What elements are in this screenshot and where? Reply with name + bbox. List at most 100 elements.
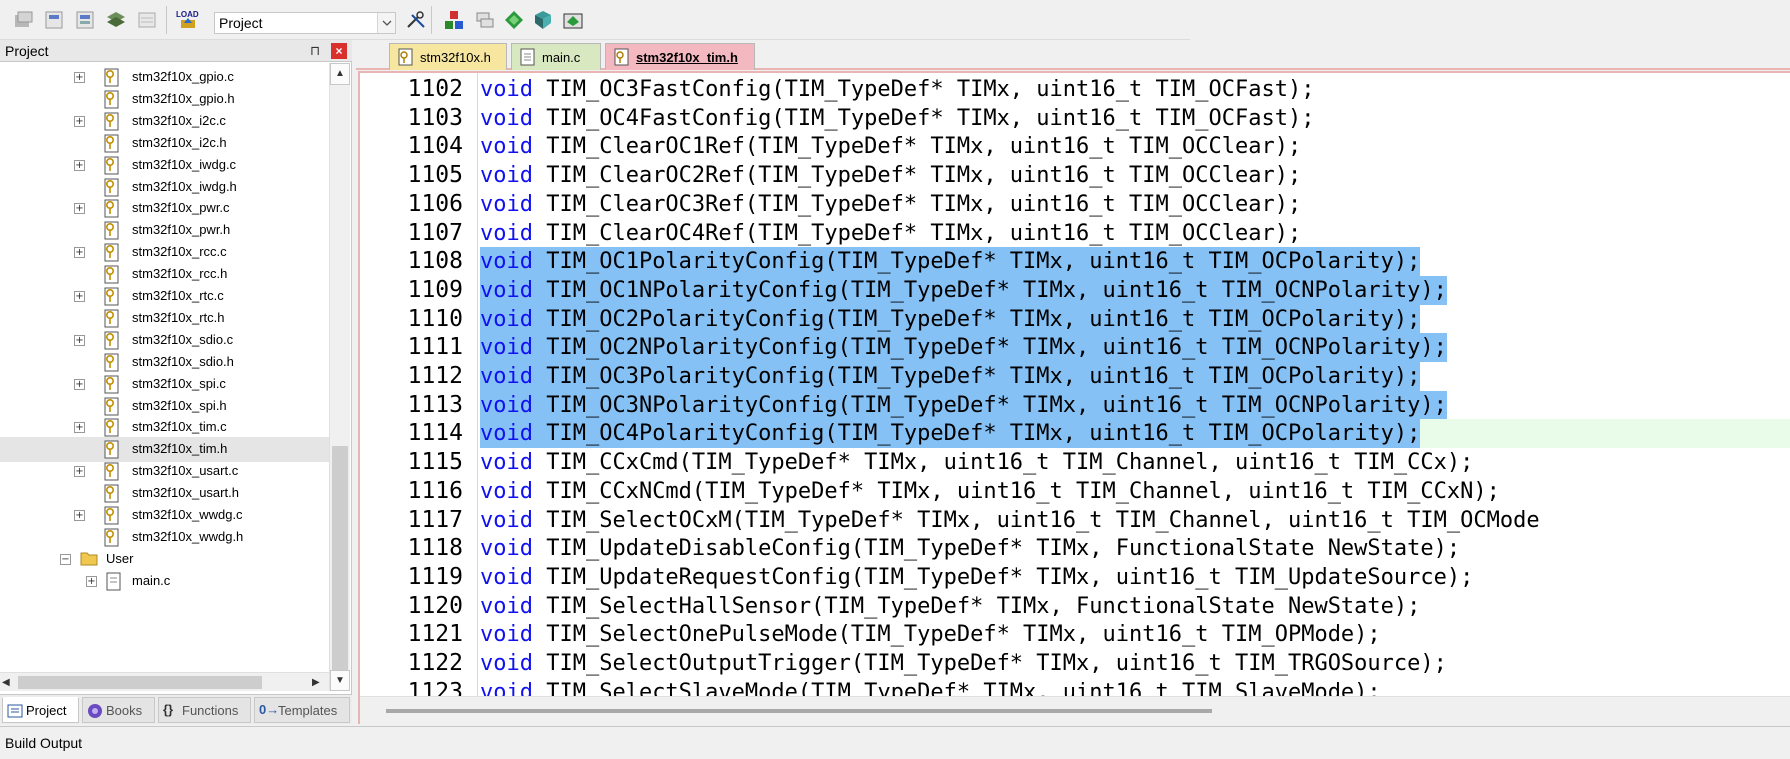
code-line[interactable]: void TIM_CCxNCmd(TIM_TypeDef* TIMx, uint… <box>480 477 1500 506</box>
code-text: TIM_OC4FastConfig(TIM_TypeDef* TIMx, uin… <box>532 105 1315 131</box>
line-number: 1115 <box>407 449 463 476</box>
target-options-icon[interactable] <box>404 9 426 31</box>
code-line[interactable]: void TIM_OC2PolarityConfig(TIM_TypeDef* … <box>480 304 1421 334</box>
code-horizontal-scrollbar[interactable] <box>360 696 1790 724</box>
expand-icon[interactable]: + <box>74 291 85 302</box>
expand-icon[interactable]: + <box>74 466 85 478</box>
expand-icon[interactable]: + <box>74 378 85 390</box>
code-line[interactable]: void TIM_UpdateRequestConfig(TIM_TypeDef… <box>480 563 1473 592</box>
scrollbar-thumb[interactable] <box>18 676 262 689</box>
tree-item-label: stm32f10x_sdio.c <box>132 331 234 347</box>
scrollbar-thumb[interactable] <box>332 446 348 672</box>
code-line[interactable]: void TIM_ClearOC2Ref(TIM_TypeDef* TIMx, … <box>480 161 1301 190</box>
build-output-title: Build Output <box>5 735 83 751</box>
scroll-right-icon[interactable]: ▶ <box>312 675 326 690</box>
code-line[interactable]: void TIM_ClearOC1Ref(TIM_TypeDef* TIMx, … <box>480 132 1301 161</box>
code-text-area[interactable]: void TIM_OC3FastConfig(TIM_TypeDef* TIMx… <box>480 73 1790 696</box>
tab-stm32f10x-tim-h[interactable]: stm32f10x_tim.h <box>605 43 755 70</box>
target-select[interactable]: Project <box>214 12 396 34</box>
toolbar-separator <box>166 6 167 34</box>
collapse-icon[interactable]: − <box>60 553 71 565</box>
templates-icon: 0→ <box>259 702 280 717</box>
project-panel-tabs: Project Books {} Functions 0→ Templates <box>0 694 352 724</box>
expand-icon[interactable]: + <box>74 510 85 521</box>
code-line[interactable]: void TIM_SelectHallSensor(TIM_TypeDef* T… <box>480 592 1420 621</box>
line-number: 1107 <box>407 219 463 246</box>
code-line[interactable]: void TIM_OC1NPolarityConfig(TIM_TypeDef*… <box>480 275 1447 305</box>
code-line[interactable]: void TIM_OC2NPolarityConfig(TIM_TypeDef*… <box>480 333 1447 363</box>
scroll-down-icon[interactable]: ▼ <box>330 670 350 691</box>
target-select-value: Project <box>219 15 263 31</box>
line-number: 1105 <box>407 162 463 189</box>
tab-stm32f10x-h[interactable]: stm32f10x.h <box>389 43 507 70</box>
stop-build-icon[interactable] <box>136 9 158 31</box>
code-text: TIM_UpdateDisableConfig(TIM_TypeDef* TIM… <box>532 536 1461 562</box>
tab-functions[interactable]: {} Functions <box>158 697 251 723</box>
code-line[interactable]: void TIM_CCxCmd(TIM_TypeDef* TIMx, uint1… <box>480 448 1473 477</box>
file-icon <box>104 375 120 394</box>
code-line[interactable]: void TIM_OC4FastConfig(TIM_TypeDef* TIMx… <box>480 104 1314 133</box>
editor-tab-label: main.c <box>542 50 581 65</box>
tree-vertical-scrollbar[interactable]: ▲ ▼ <box>329 63 350 691</box>
tree-item[interactable]: + main.c <box>0 569 330 594</box>
build-icon[interactable] <box>12 9 34 31</box>
code-line[interactable]: void TIM_SelectOCxM(TIM_TypeDef* TIMx, u… <box>480 506 1540 535</box>
close-icon[interactable]: × <box>331 43 347 59</box>
line-number: 1102 <box>407 76 463 102</box>
code-line[interactable]: void TIM_OC4PolarityConfig(TIM_TypeDef* … <box>480 419 1421 449</box>
expand-icon[interactable]: + <box>74 334 85 346</box>
code-line[interactable]: void TIM_OC3FastConfig(TIM_TypeDef* TIMx… <box>480 75 1314 104</box>
expand-icon[interactable]: + <box>74 203 85 215</box>
code-line[interactable]: void TIM_UpdateDisableConfig(TIM_TypeDef… <box>480 534 1460 563</box>
project-panel: Project ⊓ × + stm32f10x_gpio.c stm32f10x_g… <box>0 40 352 724</box>
pack-installer-icon[interactable] <box>562 9 584 31</box>
tree-horizontal-scrollbar[interactable]: ◀ ▶ <box>0 672 329 691</box>
select-packs-icon[interactable] <box>503 9 525 31</box>
code-editor[interactable]: 1102 1103 1104 1105 1106 1107 1108 1109 1110 1111… <box>358 71 1790 724</box>
tree-item-label: stm32f10x_rcc.h <box>132 266 228 282</box>
expand-icon[interactable]: + <box>74 247 85 259</box>
rebuild-icon[interactable] <box>43 9 65 31</box>
code-line[interactable]: void TIM_ClearOC4Ref(TIM_TypeDef* TIMx, … <box>480 219 1301 248</box>
code-line[interactable]: void TIM_SelectOutputTrigger(TIM_TypeDef… <box>480 649 1447 678</box>
tree-item-label: stm32f10x_i2c.c <box>132 112 226 128</box>
line-number: 1120 <box>407 592 463 619</box>
tab-project[interactable]: Project <box>2 697 79 723</box>
code-line[interactable]: void TIM_OC3PolarityConfig(TIM_TypeDef* … <box>480 362 1421 391</box>
scroll-up-icon[interactable]: ▲ <box>330 63 350 85</box>
manage-components-icon[interactable] <box>443 9 465 31</box>
run-time-env-icon[interactable] <box>532 9 554 31</box>
tree-item-label: stm32f10x_usart.h <box>132 485 239 501</box>
chevron-down-icon[interactable] <box>377 13 395 33</box>
code-line[interactable]: void TIM_SelectOnePulseMode(TIM_TypeDef*… <box>480 620 1381 649</box>
keyword: void <box>480 105 533 131</box>
expand-icon[interactable]: + <box>74 159 85 171</box>
manage-books-icon[interactable] <box>474 9 496 31</box>
tab-books[interactable]: Books <box>82 697 155 723</box>
line-number: 1114 <box>407 420 463 447</box>
scrollbar-thumb[interactable] <box>386 709 1212 713</box>
pin-icon[interactable]: ⊓ <box>310 43 320 59</box>
code-text: TIM_UpdateRequestConfig(TIM_TypeDef* TIM… <box>532 564 1474 590</box>
file-icon <box>104 134 120 153</box>
code-line[interactable]: void TIM_OC3NPolarityConfig(TIM_TypeDef*… <box>480 390 1447 420</box>
code-line[interactable]: void TIM_SelectSlaveMode(TIM_TypeDef* TI… <box>480 678 1381 696</box>
load-icon[interactable]: LOAD <box>175 9 201 31</box>
expand-icon[interactable]: + <box>74 72 85 83</box>
tab-main-c[interactable]: main.c <box>511 43 601 70</box>
tab-templates[interactable]: 0→ Templates <box>254 697 350 723</box>
keyword: void <box>480 249 533 275</box>
tree-group-label: User <box>106 550 134 566</box>
ide-window: LOAD Project Project ⊓ × + stm32f10x_gpi… <box>0 0 1790 759</box>
file-icon <box>104 199 120 218</box>
stack-icon[interactable] <box>105 9 127 31</box>
code-line[interactable]: void TIM_ClearOC3Ref(TIM_TypeDef* TIMx, … <box>480 190 1301 219</box>
code-line[interactable]: void TIM_OC1PolarityConfig(TIM_TypeDef* … <box>480 247 1421 277</box>
expand-icon[interactable]: + <box>86 575 97 587</box>
editor-tab-label: stm32f10x_tim.h <box>636 50 738 65</box>
expand-icon[interactable]: + <box>74 115 85 127</box>
expand-icon[interactable]: + <box>74 422 85 434</box>
scroll-left-icon[interactable]: ◀ <box>2 675 16 690</box>
keyword: void <box>480 134 533 160</box>
batch-build-icon[interactable] <box>74 9 96 31</box>
